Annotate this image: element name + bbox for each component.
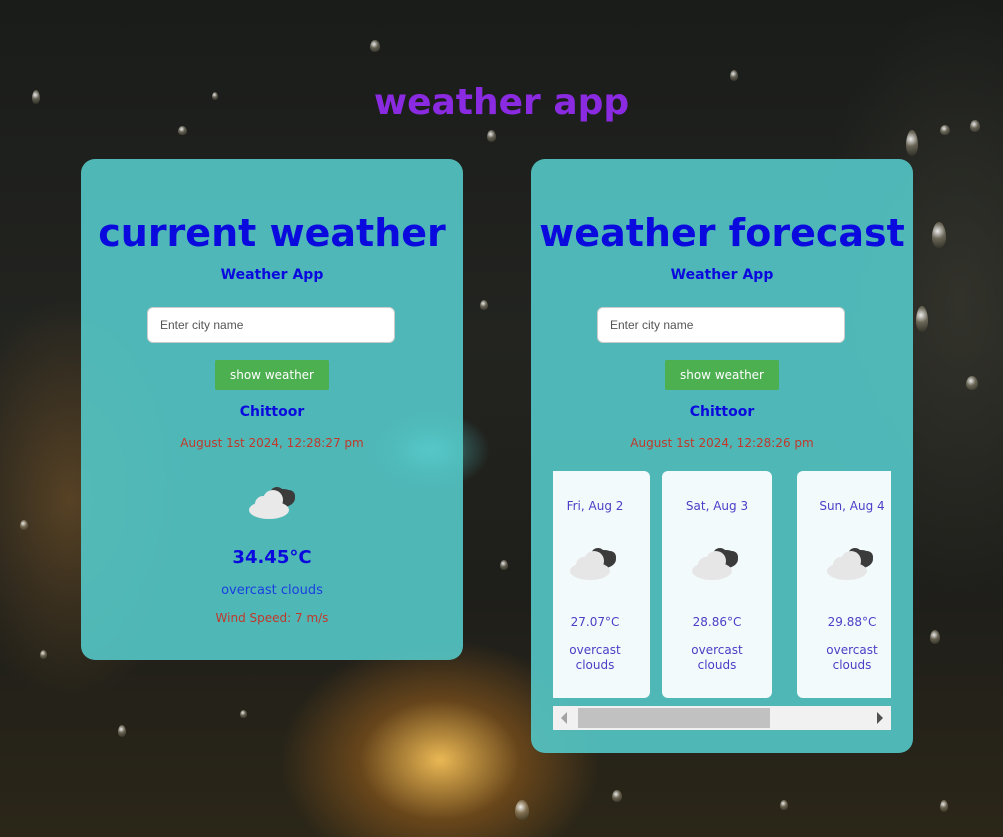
forecast-day-desc-line1: overcast [826,643,878,657]
current-temperature: 34.45°C [232,547,312,568]
overcast-clouds-icon [827,548,873,580]
forecast-day-card: Fri, Aug 2 27.07°C overcast clouds [553,471,650,698]
forecast-subtitle: Weather App [670,267,774,283]
current-wind-speed: Wind Speed: 7 m/s [215,611,329,625]
forecast-day-card: Sun, Aug 4 29.88°C overcast clouds [797,471,891,698]
app-title: weather app [373,82,630,123]
forecast-day-date: Sun, Aug 4 [819,499,885,513]
forecast-city-name: Chittoor [689,404,755,420]
forecast-day-desc-line2: clouds [697,658,737,672]
current-description: overcast clouds [221,583,323,598]
forecast-day-temp: 27.07°C [570,615,620,629]
forecast-day-desc-line1: overcast [691,643,743,657]
current-city-name: Chittoor [239,404,305,420]
forecast-day-desc: overcast clouds [553,643,650,673]
forecast-day-date: Fri, Aug 2 [566,499,624,513]
forecast-day-temp: 29.88°C [827,615,877,629]
forecast-datetime: August 1st 2024, 12:28:26 pm [630,436,814,450]
forecast-day-desc: overcast clouds [797,643,891,673]
forecast-day-desc-line1: overcast [569,643,621,657]
current-datetime: August 1st 2024, 12:28:27 pm [180,436,364,450]
forecast-day-desc-line2: clouds [832,658,872,672]
overcast-clouds-icon [249,487,295,519]
forecast-show-weather-button[interactable]: show weather [665,360,779,390]
current-city-input[interactable] [147,307,395,343]
forecast-day-date: Sat, Aug 3 [685,499,749,513]
forecast-day-temp: 28.86°C [692,615,742,629]
forecast-day-card: Sat, Aug 3 28.86°C overcast clouds [662,471,772,698]
forecast-day-desc-line2: clouds [575,658,615,672]
weather-forecast-card: weather forecast Weather App show weathe… [531,159,913,753]
scrollbar-thumb[interactable] [578,708,770,728]
forecast-heading: weather forecast [539,211,905,255]
current-weather-card: current weather Weather App show weather… [81,159,463,660]
forecast-scroll-area[interactable]: Fri, Aug 2 27.07°C overcast clouds Sat, … [553,471,891,706]
overcast-clouds-icon [692,548,738,580]
forecast-day-desc: overcast clouds [662,643,772,673]
overcast-clouds-icon [570,548,616,580]
forecast-city-input[interactable] [597,307,845,343]
scroll-left-arrow-icon[interactable] [561,712,567,724]
forecast-horizontal-scrollbar[interactable] [553,706,891,730]
current-weather-heading: current weather [98,211,446,255]
current-subtitle: Weather App [220,267,324,283]
scroll-right-arrow-icon[interactable] [877,712,883,724]
current-show-weather-button[interactable]: show weather [215,360,329,390]
